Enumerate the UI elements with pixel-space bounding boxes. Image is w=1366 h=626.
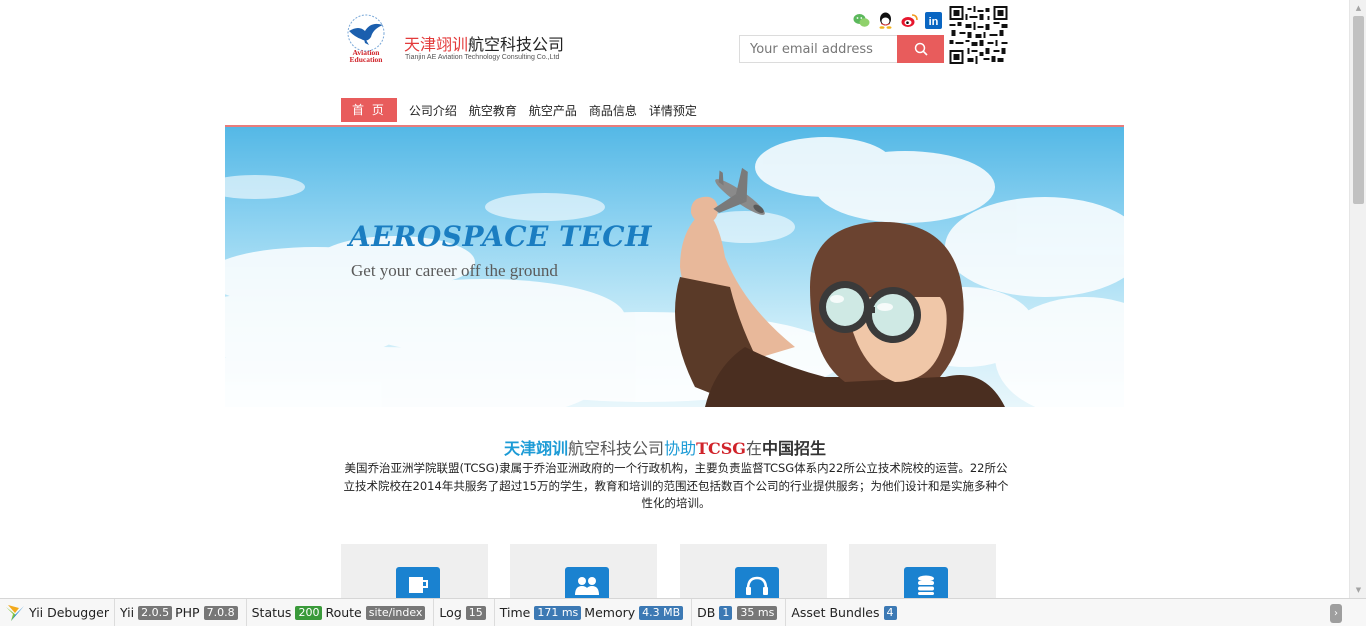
wechat-icon[interactable] bbox=[853, 12, 870, 29]
nav-company-intro[interactable]: 公司介绍 bbox=[409, 102, 457, 119]
feature-card[interactable] bbox=[341, 544, 488, 607]
db-count-badge: 1 bbox=[719, 605, 733, 620]
php-version-badge: 7.0.8 bbox=[203, 605, 238, 620]
scroll-down-icon[interactable]: ▼ bbox=[1350, 582, 1366, 598]
intro-title-part: 协助 bbox=[664, 439, 697, 458]
memory-badge: 4.3 MB bbox=[639, 605, 684, 620]
intro-title-part: 天津翊训 bbox=[504, 439, 569, 458]
yii-logo-icon bbox=[6, 604, 24, 621]
search-icon bbox=[914, 42, 928, 56]
feature-card[interactable] bbox=[680, 544, 827, 607]
qr-code bbox=[949, 6, 1008, 64]
feature-card[interactable] bbox=[849, 544, 996, 607]
svg-text:in: in bbox=[929, 16, 939, 28]
debugger-label: Yii Debugger bbox=[29, 605, 109, 620]
yii-debug-toolbar: Yii Debugger Yii 2.0.5 PHP 7.0.8 Status … bbox=[0, 598, 1366, 626]
status-badge: 200 bbox=[295, 605, 323, 620]
scroll-up-icon[interactable]: ▲ bbox=[1350, 0, 1366, 16]
feature-card[interactable] bbox=[510, 544, 657, 607]
social-links: in bbox=[853, 12, 942, 29]
nav-home[interactable]: 首 页 bbox=[341, 98, 397, 122]
brand-name-highlight: 天津翊训 bbox=[404, 35, 469, 54]
weibo-icon[interactable] bbox=[901, 12, 918, 29]
intro-title-part: TCSG bbox=[696, 439, 746, 458]
assets-badge: 4 bbox=[883, 605, 897, 620]
log-badge: 15 bbox=[465, 605, 486, 620]
time-badge: 171 ms bbox=[534, 605, 582, 620]
nav-aviation-education[interactable]: 航空教育 bbox=[469, 102, 517, 119]
page: Aviation Education 天津翊训航空科技公司 Tianjin AE… bbox=[0, 0, 1366, 626]
company-logo[interactable]: Aviation Education bbox=[341, 13, 391, 64]
debug-home[interactable]: Yii Debugger bbox=[0, 598, 115, 626]
banner-title: AEROSPACE TECH bbox=[349, 220, 652, 253]
intro-title-part: 中国招生 bbox=[761, 439, 826, 458]
logo-emblem-icon: Aviation Education bbox=[347, 14, 385, 64]
hero-banner: AEROSPACE TECH Get your career off the g… bbox=[225, 127, 1124, 407]
brand-name-rest: 航空科技公司 bbox=[468, 35, 565, 54]
main-nav: 首 页 公司介绍 航空教育 航空产品 商品信息 详情预定 bbox=[341, 98, 709, 122]
debug-request[interactable]: Status 200 Route site/index bbox=[247, 598, 435, 626]
qq-icon[interactable] bbox=[877, 12, 894, 29]
db-time-badge: 35 ms bbox=[737, 605, 778, 620]
db-label: DB bbox=[697, 605, 716, 620]
banner-subtitle: Get your career off the ground bbox=[351, 261, 558, 280]
intro-body: 美国乔治亚洲学院联盟(TCSG)隶属于乔治亚洲政府的一个行政机构，主要负责监督T… bbox=[343, 461, 1009, 510]
debug-toggle-icon[interactable]: › bbox=[1330, 604, 1342, 623]
brand-name-cn: 天津翊训航空科技公司 bbox=[404, 31, 564, 55]
nav-product-info[interactable]: 商品信息 bbox=[589, 102, 637, 119]
svg-text:Education: Education bbox=[350, 55, 384, 63]
email-input[interactable] bbox=[739, 35, 897, 63]
php-label: PHP bbox=[175, 605, 200, 620]
time-label: Time bbox=[499, 605, 531, 620]
memory-label: Memory bbox=[584, 605, 636, 620]
route-label: Route bbox=[325, 605, 362, 620]
email-subscribe bbox=[739, 35, 944, 63]
debug-log[interactable]: Log 15 bbox=[434, 598, 495, 626]
debug-profiling[interactable]: Time 171 ms Memory 4.3 MB bbox=[495, 598, 693, 626]
vertical-scrollbar[interactable]: ▲ ▼ bbox=[1349, 0, 1366, 598]
scrollbar-thumb[interactable] bbox=[1353, 16, 1364, 204]
status-label: Status bbox=[251, 605, 292, 620]
nav-aviation-products[interactable]: 航空产品 bbox=[529, 102, 577, 119]
intro-title-part: 航空科技公司 bbox=[568, 439, 665, 458]
search-button[interactable] bbox=[897, 35, 944, 63]
nav-booking[interactable]: 详情预定 bbox=[649, 102, 697, 119]
debug-db[interactable]: DB 1 35 ms bbox=[692, 598, 787, 626]
assets-label: Asset Bundles bbox=[791, 605, 880, 620]
debug-assets[interactable]: Asset Bundles 4 bbox=[786, 599, 904, 626]
intro-title: 天津翊训航空科技公司协助TCSG在中国招生 bbox=[0, 435, 1330, 459]
route-badge: site/index bbox=[365, 605, 426, 620]
debug-config[interactable]: Yii 2.0.5 PHP 7.0.8 bbox=[115, 598, 247, 626]
intro-title-part: 在 bbox=[745, 439, 762, 458]
log-label: Log bbox=[439, 605, 462, 620]
linkedin-icon[interactable]: in bbox=[925, 12, 942, 29]
yii-label: Yii bbox=[119, 605, 135, 620]
yii-version-badge: 2.0.5 bbox=[138, 605, 173, 620]
brand-name-en: Tianjin AE Aviation Technology Consultin… bbox=[405, 54, 560, 61]
